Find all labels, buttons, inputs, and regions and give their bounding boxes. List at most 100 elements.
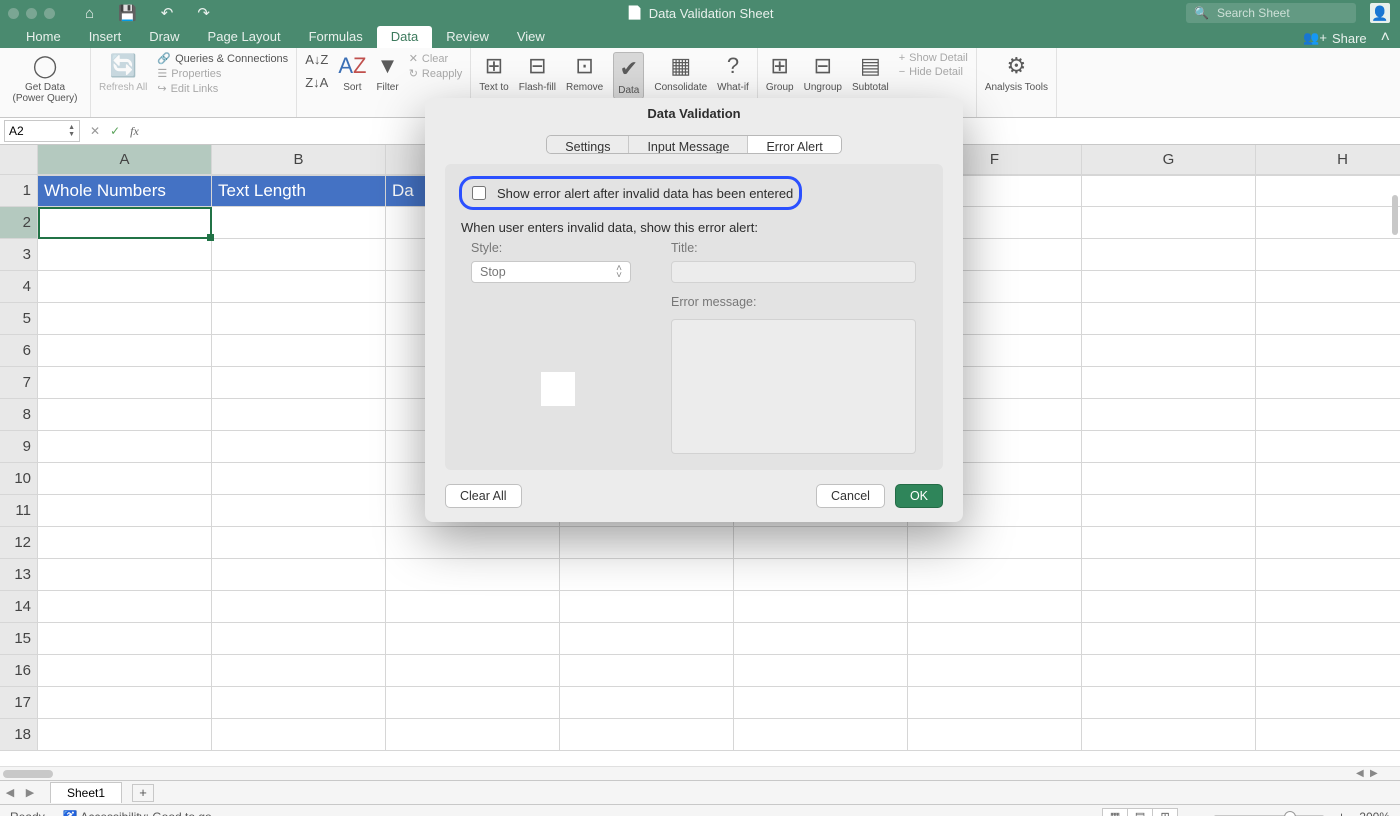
ok-button[interactable]: OK bbox=[895, 484, 943, 508]
cell[interactable] bbox=[1082, 719, 1256, 751]
cell[interactable] bbox=[1082, 559, 1256, 591]
cell[interactable] bbox=[212, 495, 386, 527]
cell[interactable] bbox=[1256, 335, 1400, 367]
row-header-7[interactable]: 7 bbox=[0, 367, 38, 399]
cell[interactable] bbox=[1082, 367, 1256, 399]
cell[interactable] bbox=[1256, 207, 1400, 239]
cell[interactable] bbox=[38, 303, 212, 335]
undo-icon[interactable]: ↶ bbox=[161, 4, 174, 22]
cell[interactable] bbox=[38, 399, 212, 431]
col-header-G[interactable]: G bbox=[1082, 145, 1256, 175]
what-if-button[interactable]: ?What-if bbox=[717, 52, 749, 93]
cell[interactable] bbox=[1082, 399, 1256, 431]
sheet-tab-sheet1[interactable]: Sheet1 bbox=[50, 782, 122, 803]
row-header-3[interactable]: 3 bbox=[0, 239, 38, 271]
row-header-5[interactable]: 5 bbox=[0, 303, 38, 335]
tab-data[interactable]: Data bbox=[377, 26, 432, 48]
cell[interactable] bbox=[212, 367, 386, 399]
cell[interactable] bbox=[38, 591, 212, 623]
ribbon-collapse-icon[interactable]: ˄ bbox=[1381, 29, 1390, 47]
cell[interactable] bbox=[386, 655, 560, 687]
cell[interactable] bbox=[212, 207, 386, 239]
tab-review[interactable]: Review bbox=[432, 26, 503, 48]
cell[interactable] bbox=[38, 623, 212, 655]
add-sheet-button[interactable]: + bbox=[132, 784, 154, 802]
cell[interactable] bbox=[560, 655, 734, 687]
scroll-left-icon[interactable]: ◀ bbox=[1356, 768, 1364, 779]
refresh-all-button[interactable]: 🔄 Refresh All bbox=[99, 52, 147, 93]
close-window-icon[interactable] bbox=[8, 8, 19, 19]
redo-icon[interactable]: ↷ bbox=[197, 4, 210, 22]
select-all-corner[interactable] bbox=[0, 145, 38, 175]
cell[interactable] bbox=[212, 591, 386, 623]
tab-page-layout[interactable]: Page Layout bbox=[194, 26, 295, 48]
show-error-checkbox-row[interactable]: Show error alert after invalid data has … bbox=[459, 176, 802, 210]
row-header-2[interactable]: 2 bbox=[0, 207, 38, 239]
cell[interactable] bbox=[1082, 687, 1256, 719]
cell[interactable] bbox=[38, 687, 212, 719]
cell[interactable] bbox=[1082, 623, 1256, 655]
cell[interactable] bbox=[560, 559, 734, 591]
cell[interactable] bbox=[1256, 495, 1400, 527]
col-header-H[interactable]: H bbox=[1256, 145, 1400, 175]
cell[interactable] bbox=[38, 367, 212, 399]
cell[interactable] bbox=[212, 303, 386, 335]
group-button[interactable]: ⊞Group bbox=[766, 52, 794, 93]
cell[interactable] bbox=[212, 271, 386, 303]
cell[interactable] bbox=[212, 623, 386, 655]
cell[interactable] bbox=[1082, 239, 1256, 271]
cell[interactable] bbox=[38, 431, 212, 463]
zoom-out-button[interactable]: − bbox=[1188, 809, 1204, 816]
cell[interactable] bbox=[1082, 207, 1256, 239]
cell[interactable] bbox=[38, 655, 212, 687]
search-sheet-input[interactable] bbox=[1215, 5, 1345, 21]
col-header-B[interactable]: B bbox=[212, 145, 386, 175]
subtotal-button[interactable]: ▤Subtotal bbox=[852, 52, 889, 93]
tab-draw[interactable]: Draw bbox=[135, 26, 193, 48]
cell[interactable] bbox=[386, 559, 560, 591]
cell[interactable] bbox=[386, 687, 560, 719]
analysis-tools-button[interactable]: ⚙Analysis Tools bbox=[985, 52, 1048, 93]
cell[interactable] bbox=[1082, 463, 1256, 495]
name-box[interactable]: A2 ▲▼ bbox=[4, 120, 80, 142]
cell[interactable] bbox=[1256, 431, 1400, 463]
cell[interactable] bbox=[908, 719, 1082, 751]
cell[interactable] bbox=[734, 719, 908, 751]
cell[interactable] bbox=[212, 655, 386, 687]
hscroll-thumb[interactable] bbox=[3, 770, 53, 778]
row-header-4[interactable]: 4 bbox=[0, 271, 38, 303]
cell[interactable] bbox=[1256, 271, 1400, 303]
cell[interactable] bbox=[1256, 527, 1400, 559]
style-select[interactable]: Stop ˄˅ bbox=[471, 261, 631, 283]
cell[interactable] bbox=[734, 591, 908, 623]
cell[interactable] bbox=[212, 687, 386, 719]
name-box-stepper[interactable]: ▲▼ bbox=[68, 124, 75, 138]
cell[interactable] bbox=[1256, 559, 1400, 591]
maximize-window-icon[interactable] bbox=[44, 8, 55, 19]
row-header-14[interactable]: 14 bbox=[0, 591, 38, 623]
cell[interactable] bbox=[908, 687, 1082, 719]
cell[interactable] bbox=[212, 399, 386, 431]
zoom-in-button[interactable]: + bbox=[1334, 809, 1350, 816]
sheet-nav-next-icon[interactable]: ▶ bbox=[20, 786, 40, 799]
data-validation-button[interactable]: ✔Data bbox=[613, 52, 644, 99]
cell[interactable] bbox=[734, 655, 908, 687]
cell[interactable] bbox=[1082, 175, 1256, 207]
cell[interactable] bbox=[212, 335, 386, 367]
cell[interactable] bbox=[212, 431, 386, 463]
tab-view[interactable]: View bbox=[503, 26, 559, 48]
error-message-textarea[interactable] bbox=[671, 319, 916, 454]
cell[interactable] bbox=[38, 559, 212, 591]
cell[interactable] bbox=[212, 559, 386, 591]
cancel-edit-icon[interactable]: ✕ bbox=[90, 124, 100, 138]
horizontal-scrollbar[interactable]: ▶ ◀ bbox=[0, 766, 1400, 780]
cell[interactable] bbox=[1256, 687, 1400, 719]
cell[interactable] bbox=[1256, 399, 1400, 431]
cell[interactable] bbox=[212, 719, 386, 751]
cell[interactable] bbox=[1256, 623, 1400, 655]
scroll-right-icon[interactable]: ▶ bbox=[1370, 768, 1378, 779]
confirm-edit-icon[interactable]: ✓ bbox=[110, 124, 120, 138]
queries-connections-button[interactable]: 🔗Queries & Connections bbox=[157, 52, 288, 65]
user-avatar-icon[interactable]: 👤 bbox=[1370, 3, 1390, 23]
cell[interactable] bbox=[1256, 463, 1400, 495]
